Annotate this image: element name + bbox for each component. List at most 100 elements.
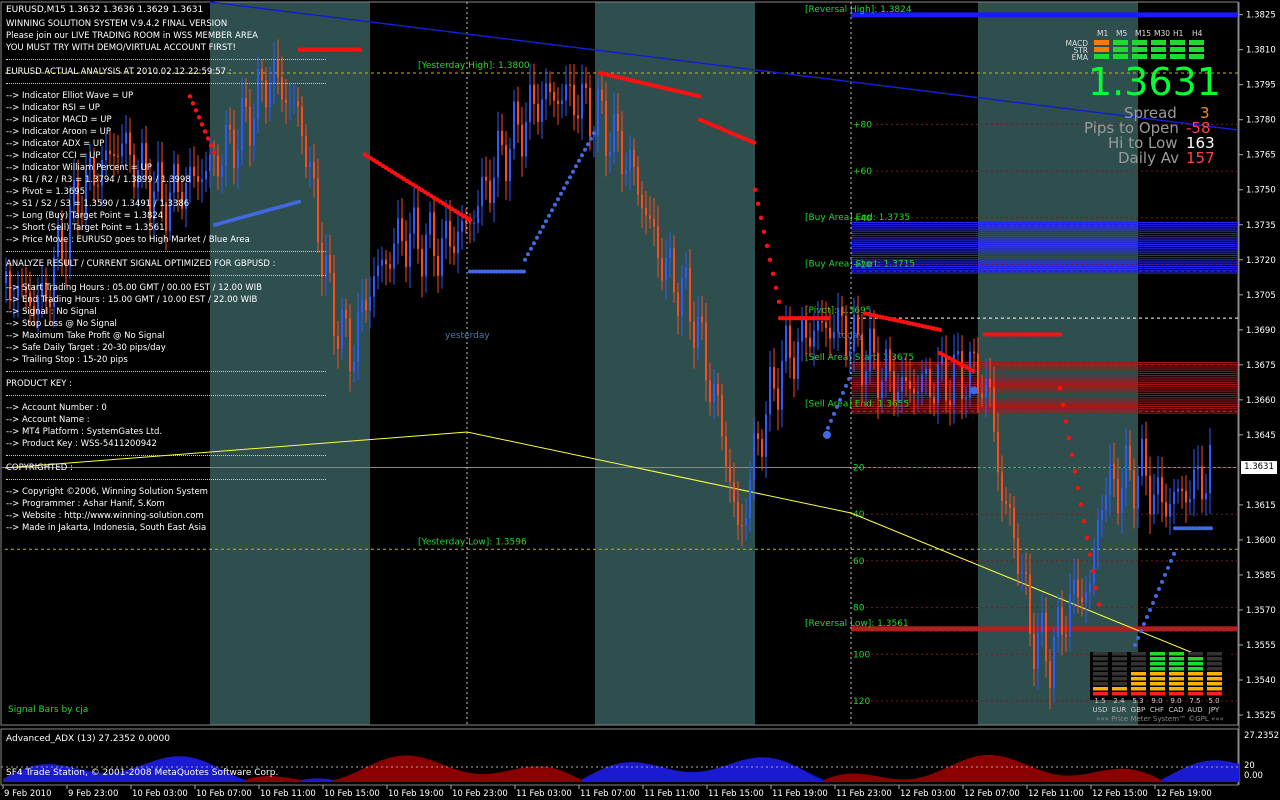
meter-footer: »»» Price Meter System™ ©GPL ««« xyxy=(1096,715,1224,723)
candle-body xyxy=(533,84,535,104)
candle-body xyxy=(689,267,691,322)
adx-bar xyxy=(557,769,559,782)
adx-bar xyxy=(1219,760,1221,782)
price-axis-label: 1.3765 xyxy=(1246,151,1276,161)
adx-bar xyxy=(1207,760,1209,782)
adx-bar xyxy=(291,778,293,782)
info-separator xyxy=(6,479,326,480)
candle-body xyxy=(897,391,899,402)
candle-body xyxy=(773,366,775,389)
adx-bar xyxy=(1019,762,1021,782)
adx-bar xyxy=(961,760,963,782)
adx-bar xyxy=(289,778,291,782)
adx-bar xyxy=(511,769,513,782)
candle-body xyxy=(741,525,743,527)
candle-body xyxy=(873,328,875,353)
adx-bar xyxy=(783,761,785,782)
adx-bar xyxy=(323,778,325,782)
info-line: YOU MUST TRY WITH DEMO/VIRTUAL ACCOUNT F… xyxy=(6,43,236,53)
meter-value: 9.0 xyxy=(1170,697,1181,705)
candle-body xyxy=(593,135,595,137)
adx-bar xyxy=(821,779,823,782)
candle-body xyxy=(877,352,879,399)
adx-bar xyxy=(1065,775,1067,782)
adx-bar xyxy=(1233,762,1235,782)
adx-bar xyxy=(617,763,619,782)
adx-bar xyxy=(719,767,721,782)
info-line: EURUSD ACTUAL ANALYSIS AT 2010.02.12 22:… xyxy=(6,67,232,77)
meter-currency: EUR xyxy=(1112,706,1127,714)
time-axis-label: 10 Feb 07:00 xyxy=(196,789,252,799)
signal-cell xyxy=(1170,54,1185,59)
adx-bar xyxy=(731,763,733,782)
adx-bar xyxy=(643,763,645,782)
adx-bar xyxy=(1201,761,1203,782)
adx-bar xyxy=(937,771,939,782)
sar-dot-red xyxy=(1075,485,1081,491)
adx-bar xyxy=(877,776,879,782)
candle-body xyxy=(1161,477,1163,503)
adx-bar xyxy=(899,779,901,782)
adx-bar xyxy=(1085,773,1087,782)
signal-cell xyxy=(1189,47,1204,52)
adx-bar xyxy=(495,772,497,782)
candle-body xyxy=(569,84,571,86)
adx-bar xyxy=(571,775,573,782)
candle-body xyxy=(461,220,463,232)
info-line: COPYRIGHTED : xyxy=(6,463,73,473)
adx-bar xyxy=(653,765,655,782)
adx-bar xyxy=(809,773,811,782)
adx-bar xyxy=(1209,760,1211,782)
adx-bar xyxy=(1177,770,1179,782)
meter-cell xyxy=(1131,667,1146,671)
adx-bar xyxy=(1161,779,1163,782)
candle-body xyxy=(577,115,579,119)
adx-bar xyxy=(611,765,613,782)
adx-bar xyxy=(517,768,519,782)
adx-bar xyxy=(365,767,367,782)
pip-label: 60 xyxy=(853,557,865,567)
pip-label: 20 xyxy=(853,464,865,474)
sar-dot-red xyxy=(1072,469,1078,474)
sar-dot-red xyxy=(357,47,363,52)
adx-bar xyxy=(881,777,883,782)
adx-bar xyxy=(833,776,835,782)
candle-body xyxy=(509,148,511,181)
candle-body xyxy=(701,316,703,323)
adx-bar xyxy=(1185,767,1187,782)
adx-bar xyxy=(491,773,493,782)
candle-body xyxy=(1189,498,1191,503)
daily-av-stat: Daily Av xyxy=(1118,149,1179,167)
sar-dot-blue xyxy=(580,153,584,158)
sar-dot-blue xyxy=(532,241,536,246)
candle-body xyxy=(1113,463,1115,479)
adx-bar xyxy=(817,777,819,782)
adx-bar xyxy=(1231,762,1233,782)
adx-bar xyxy=(1039,770,1041,782)
meter-cell xyxy=(1169,672,1184,676)
adx-bar xyxy=(723,765,725,782)
adx-bar xyxy=(473,773,475,782)
candle-body xyxy=(993,387,995,432)
level-label: [Yesterday Low]: 1.3596 xyxy=(418,537,527,547)
adx-bar xyxy=(1041,770,1043,782)
info-separator xyxy=(6,251,326,252)
level-label: [Reversal Low]: 1.3561 xyxy=(805,619,909,629)
candle-body xyxy=(673,248,675,293)
candle-body xyxy=(1117,478,1119,514)
signal-cell xyxy=(1151,40,1166,45)
candle-body xyxy=(945,356,947,401)
adx-bar xyxy=(333,779,335,782)
candle-body xyxy=(1101,509,1103,520)
candle-body xyxy=(901,377,903,392)
adx-bar xyxy=(847,773,849,782)
info-line: --> Account Name : xyxy=(6,415,90,425)
adx-bar xyxy=(667,768,669,782)
adx-bar xyxy=(1149,774,1151,782)
adx-bar xyxy=(887,778,889,782)
candle-body xyxy=(837,307,839,333)
adx-bar xyxy=(1167,776,1169,782)
candle-body xyxy=(1057,607,1059,637)
adx-bar xyxy=(553,768,555,782)
adx-bar xyxy=(959,761,961,782)
